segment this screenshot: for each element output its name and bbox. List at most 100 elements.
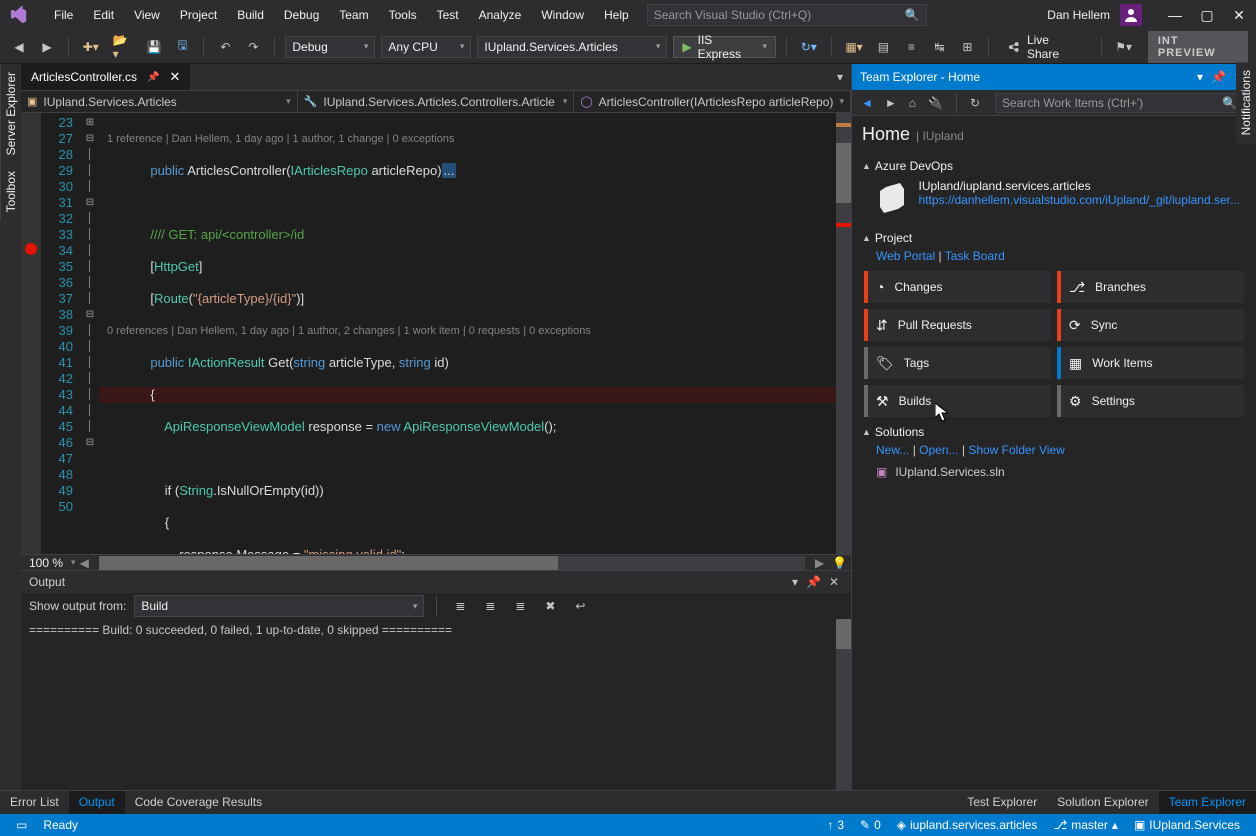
menu-help[interactable]: Help [594, 4, 639, 26]
maximize-button[interactable]: ▢ [1198, 7, 1216, 24]
solution-name[interactable]: IUpland.Services.sln [895, 465, 1004, 479]
menu-window[interactable]: Window [531, 4, 594, 26]
te-dropdown-icon[interactable]: ▾ [1193, 70, 1207, 84]
out-wrap-icon[interactable]: ↩ [569, 595, 591, 617]
tab-solution-explorer[interactable]: Solution Explorer [1047, 791, 1158, 814]
repo-url-link[interactable]: https://danhellem.visualstudio.com/iUpla… [918, 193, 1240, 207]
platform-dropdown[interactable]: Any CPU▾ [381, 36, 471, 58]
side-toolbox[interactable]: Toolbox [0, 163, 21, 220]
tile-tags[interactable]: 🏷Tags [864, 347, 1051, 379]
status-branch[interactable]: ⎇ master ▴ [1045, 818, 1126, 832]
nav-member-dropdown[interactable]: ◯ArticlesController(IArticlesRepo articl… [574, 91, 851, 112]
minimize-button[interactable]: — [1166, 7, 1184, 24]
save-all-button[interactable]: 🖫 [171, 36, 193, 58]
tb-icon-5[interactable]: ⊞ [956, 36, 978, 58]
te-refresh-icon[interactable]: ↻ [967, 96, 983, 110]
side-server-explorer[interactable]: Server Explorer [0, 64, 21, 163]
new-project-button[interactable]: ✚▾ [79, 36, 103, 58]
lightbulb-icon[interactable]: 💡 [828, 556, 851, 570]
link-showfolder[interactable]: Show Folder View [968, 443, 1065, 457]
te-back-icon[interactable]: ◄ [858, 96, 876, 110]
feedback-button[interactable]: ⚑▾ [1112, 36, 1136, 58]
tb-icon-3[interactable]: ≡ [900, 36, 922, 58]
nav-back-button[interactable]: ◀ [8, 36, 30, 58]
link-webportal[interactable]: Web Portal [876, 249, 935, 263]
output-pin-icon[interactable]: 📌 [802, 575, 825, 589]
tile-work-items[interactable]: ▦Work Items [1057, 347, 1244, 379]
output-close-icon[interactable]: ✕ [825, 575, 843, 589]
code-editor[interactable]: 2327282930313233343536373839404142434445… [21, 113, 851, 554]
output-content[interactable]: ========== Build: 0 succeeded, 0 failed,… [21, 619, 851, 790]
code-area[interactable]: 1 reference | Dan Hellem, 1 day ago | 1 … [99, 113, 836, 554]
redo-button[interactable]: ↷ [242, 36, 264, 58]
tile-builds[interactable]: ⚒Builds [864, 385, 1051, 417]
menu-build[interactable]: Build [227, 4, 274, 26]
doc-tab-active[interactable]: ArticlesController.cs 📌 ✕ [21, 64, 191, 90]
quick-launch-input[interactable]: Search Visual Studio (Ctrl+Q) 🔍 [647, 4, 927, 26]
tile-branches[interactable]: ⎇Branches [1057, 271, 1244, 303]
te-fwd-icon[interactable]: ► [882, 96, 900, 110]
menu-team[interactable]: Team [329, 4, 378, 26]
menu-file[interactable]: File [44, 4, 83, 26]
te-search-input[interactable]: Search Work Items (Ctrl+')🔍▾ [995, 93, 1250, 113]
close-button[interactable]: ✕ [1230, 7, 1248, 24]
tile-sync[interactable]: ⟳Sync [1057, 309, 1244, 341]
status-push[interactable]: ↑3 [819, 818, 852, 832]
sect-azure[interactable]: ▲Azure DevOps [862, 157, 1246, 175]
start-debug-button[interactable]: ▶IIS Express▾ [673, 36, 776, 58]
breakpoint-gutter[interactable] [21, 113, 41, 554]
open-file-button[interactable]: 📂▾ [109, 36, 137, 58]
link-taskboard[interactable]: Task Board [945, 249, 1005, 263]
nav-fwd-button[interactable]: ▶ [36, 36, 58, 58]
out-tool-1[interactable]: ≣ [449, 595, 471, 617]
editor-hscrollbar[interactable] [99, 556, 805, 570]
out-tool-3[interactable]: ≣ [509, 595, 531, 617]
tile-pull-requests[interactable]: ⇵Pull Requests [864, 309, 1051, 341]
status-project[interactable]: ▣ IUpland.Services [1126, 818, 1248, 832]
pin-icon[interactable]: 📌 [147, 72, 159, 83]
config-dropdown[interactable]: Debug▾ [285, 36, 375, 58]
sect-solutions[interactable]: ▲Solutions [862, 423, 1246, 441]
browser-refresh-button[interactable]: ↻▾ [797, 36, 821, 58]
menu-tools[interactable]: Tools [379, 4, 427, 26]
save-button[interactable]: 💾 [143, 36, 166, 58]
undo-button[interactable]: ↶ [214, 36, 236, 58]
menu-edit[interactable]: Edit [83, 4, 124, 26]
breakpoint-icon[interactable] [25, 243, 37, 255]
menu-project[interactable]: Project [170, 4, 227, 26]
tab-output[interactable]: Output [69, 791, 125, 814]
link-open[interactable]: Open... [919, 443, 958, 457]
out-clear-icon[interactable]: ✖ [539, 595, 561, 617]
tab-code-coverage[interactable]: Code Coverage Results [125, 791, 272, 814]
te-home-icon[interactable]: ⌂ [906, 96, 919, 110]
tile-settings[interactable]: ⚙Settings [1057, 385, 1244, 417]
out-tool-2[interactable]: ≣ [479, 595, 501, 617]
nav-project-dropdown[interactable]: ▣IUpland.Services.Articles▾ [21, 91, 298, 112]
output-source-dropdown[interactable]: Build▾ [134, 595, 424, 617]
output-vscrollbar[interactable] [836, 619, 851, 790]
tb-icon-4[interactable]: ↹ [928, 36, 950, 58]
avatar-icon[interactable] [1120, 4, 1142, 26]
editor-vscrollbar[interactable] [836, 113, 851, 554]
side-notifications[interactable]: Notifications [1236, 62, 1256, 143]
link-new[interactable]: New... [876, 443, 909, 457]
te-pin-icon[interactable]: 📌 [1207, 70, 1230, 84]
fold-gutter[interactable]: ⊞⊟│││⊟││││││⊟│││││││⊟ [81, 113, 99, 554]
tab-error-list[interactable]: Error List [0, 791, 69, 814]
tab-team-explorer[interactable]: Team Explorer [1159, 791, 1256, 814]
startup-project-dropdown[interactable]: IUpland.Services.Articles▾ [477, 36, 667, 58]
status-repo[interactable]: ◈ iupland.services.articles [889, 818, 1046, 832]
tab-test-explorer[interactable]: Test Explorer [957, 791, 1047, 814]
menu-test[interactable]: Test [427, 4, 469, 26]
te-connect-icon[interactable]: 🔌 [925, 96, 946, 110]
close-tab-icon[interactable]: ✕ [169, 69, 180, 85]
zoom-level[interactable]: 100 % [21, 556, 71, 570]
nav-class-dropdown[interactable]: 🔧IUpland.Services.Articles.Controllers.A… [298, 91, 575, 112]
tile-changes[interactable]: ◔Changes [864, 271, 1051, 303]
tab-overflow-button[interactable]: ▾ [829, 66, 851, 88]
status-pending[interactable]: ✎0 [852, 818, 889, 832]
output-dropdown-icon[interactable]: ▾ [788, 575, 802, 589]
liveshare-button[interactable]: Live Share [999, 33, 1090, 61]
tb-icon-2[interactable]: ▤ [872, 36, 894, 58]
menu-view[interactable]: View [124, 4, 170, 26]
